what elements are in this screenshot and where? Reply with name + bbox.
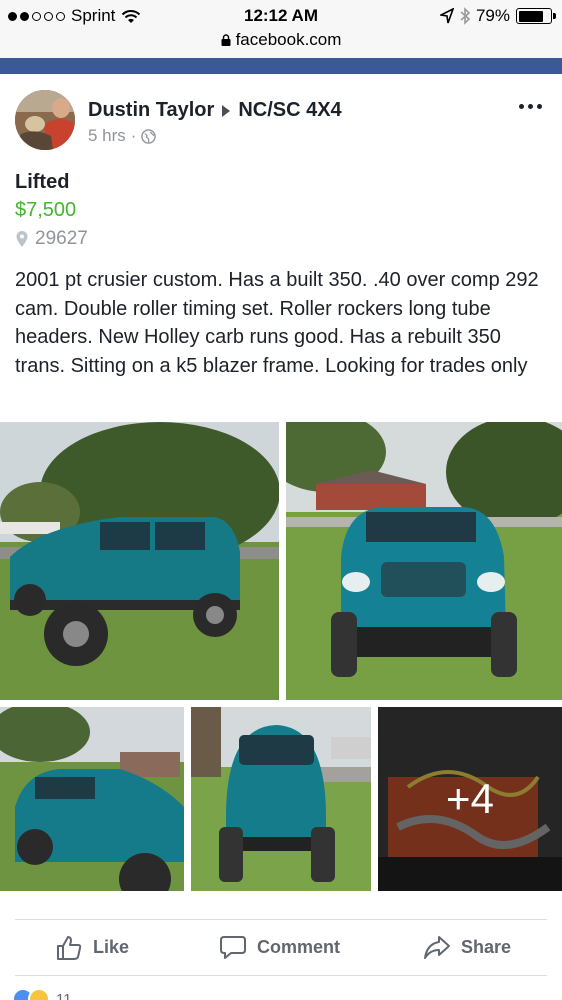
- reactions-summary[interactable]: 11: [12, 988, 72, 1000]
- share-label: Share: [461, 936, 512, 957]
- thumbs-up-icon: [57, 936, 82, 960]
- photo-2-front-view[interactable]: [286, 422, 562, 700]
- actions-divider-bottom: [15, 975, 547, 976]
- post-time[interactable]: 5 hrs: [88, 126, 126, 146]
- actions-divider-top: [15, 919, 547, 920]
- comment-icon: [220, 936, 246, 959]
- listing-description: 2001 pt crusier custom. Has a built 350.…: [15, 269, 539, 377]
- location-pin-icon: [16, 231, 28, 247]
- post-author-line: Dustin Taylor NC/SC 4X4: [88, 99, 342, 122]
- author-avatar[interactable]: [15, 90, 75, 150]
- facebook-header-bar: [0, 58, 562, 74]
- battery-icon: [516, 8, 556, 24]
- reaction-count: 11: [56, 990, 72, 1000]
- caret-right-icon: [222, 104, 231, 117]
- share-icon: [424, 936, 450, 959]
- listing-location: 29627: [15, 228, 88, 250]
- status-right: 79%: [439, 6, 556, 26]
- photo-4-rear-view[interactable]: [191, 707, 371, 891]
- more-photos-overlay[interactable]: +4: [378, 707, 562, 891]
- more-options-icon[interactable]: [519, 104, 542, 109]
- group-name[interactable]: NC/SC 4X4: [238, 99, 341, 122]
- listing-title: Lifted: [15, 171, 70, 193]
- share-button[interactable]: Share: [423, 933, 511, 961]
- author-name[interactable]: Dustin Taylor: [88, 99, 214, 122]
- post-meta: 5 hrs ·: [88, 126, 157, 146]
- location-arrow-icon: [439, 8, 454, 24]
- like-button[interactable]: Like: [55, 933, 129, 961]
- url-text: facebook.com: [235, 30, 342, 49]
- comment-label: Comment: [257, 936, 341, 957]
- location-zip: 29627: [35, 228, 88, 249]
- status-bar: Sprint 12:12 AM 79%: [0, 0, 562, 30]
- photo-3-rear-side-view[interactable]: [0, 707, 184, 891]
- haha-reaction-icon: [28, 988, 50, 1000]
- url-bar[interactable]: facebook.com: [0, 30, 562, 58]
- photo-5-engine[interactable]: +4: [378, 707, 562, 891]
- photo-1-side-view[interactable]: [0, 422, 279, 700]
- battery-percent: 79%: [475, 6, 510, 25]
- listing-price: $7,500: [15, 199, 77, 221]
- bluetooth-icon: [460, 7, 470, 25]
- comment-button[interactable]: Comment: [219, 933, 340, 961]
- like-label: Like: [93, 936, 130, 957]
- lock-icon: [221, 34, 231, 46]
- globe-icon: [141, 128, 157, 144]
